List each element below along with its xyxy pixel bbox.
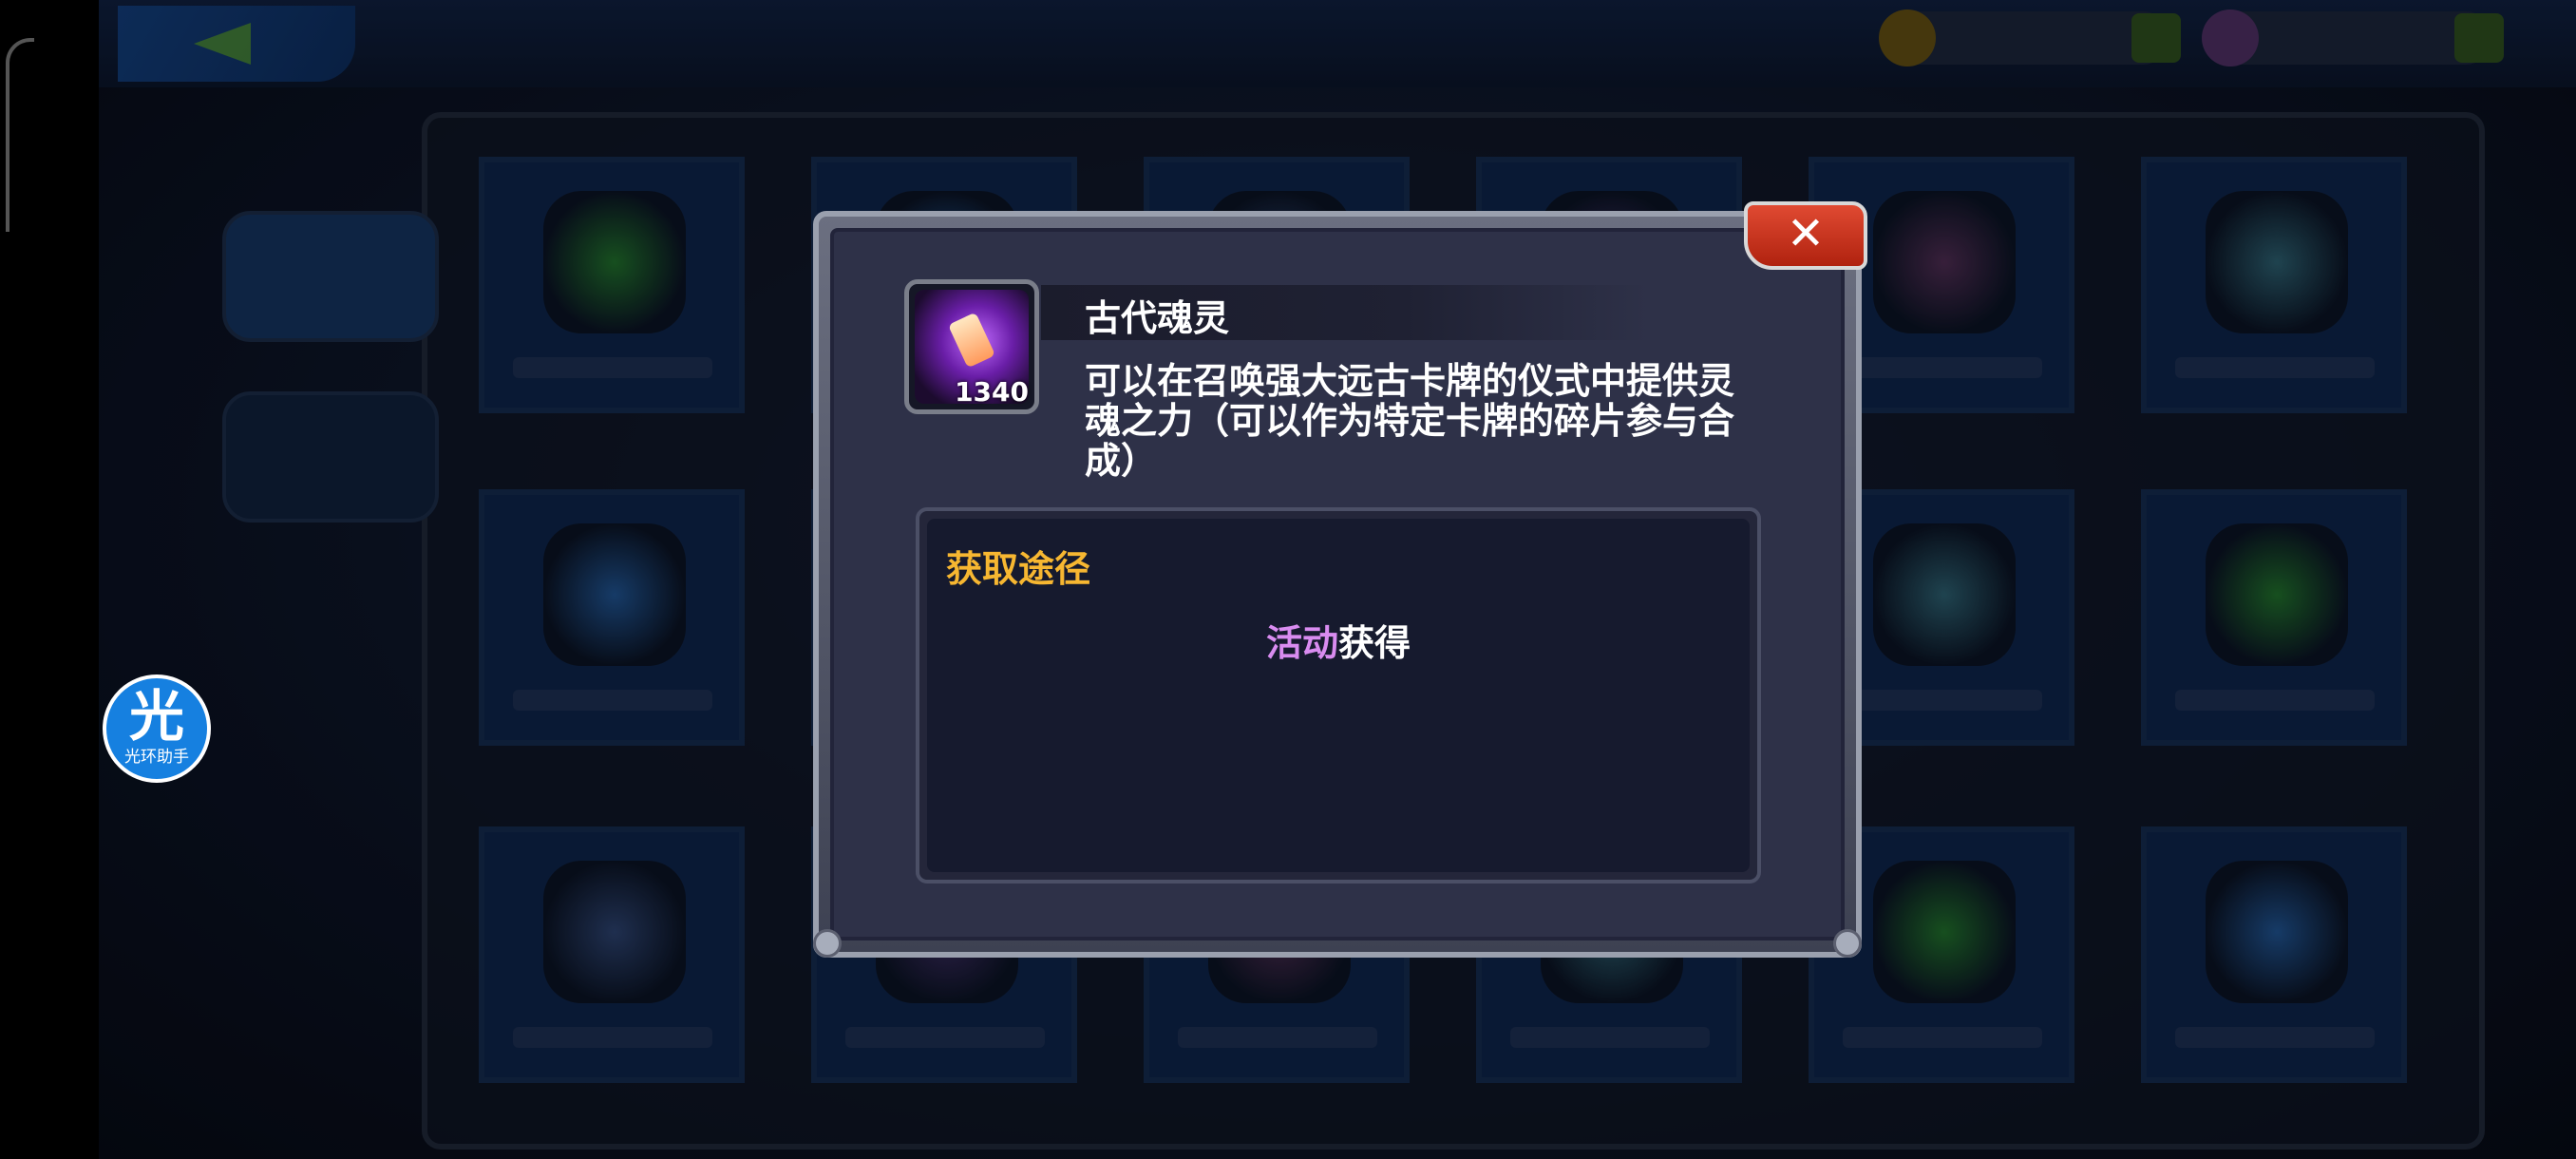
- close-button[interactable]: ✕: [1744, 201, 1867, 270]
- acquisition-text: 获得: [1338, 622, 1411, 664]
- corner-rivet-icon: [1833, 929, 1862, 958]
- item-count: 1340: [955, 376, 1029, 408]
- item-icon-frame: 1340: [904, 279, 1039, 414]
- acquisition-title: 获取途径: [946, 548, 1091, 590]
- acquisition-highlight[interactable]: 活动: [1266, 622, 1338, 664]
- acquisition-inner: 获取途径 活动获得: [927, 519, 1750, 872]
- soul-crystal-icon: [947, 312, 996, 369]
- helper-label: 光环助手: [124, 748, 189, 767]
- acquisition-box: 获取途径 活动获得: [916, 507, 1761, 884]
- screen-edge-decoration: [6, 38, 34, 232]
- item-description: 可以在召唤强大远古卡牌的仪式中提供灵魂之力（可以作为特定卡牌的碎片参与合成）: [1085, 360, 1735, 482]
- corner-rivet-icon: [813, 929, 842, 958]
- acquisition-method: 活动获得: [927, 614, 1750, 666]
- helper-glyph: 光: [128, 684, 184, 749]
- item-info-dialog: ✕ 1340 古代魂灵 可以在召唤强大远古卡牌的仪式中提供灵魂之力（可以作为特定…: [813, 201, 1867, 958]
- helper-floating-button[interactable]: 光 光环助手: [103, 674, 211, 783]
- item-name: 古代魂灵: [1085, 297, 1230, 339]
